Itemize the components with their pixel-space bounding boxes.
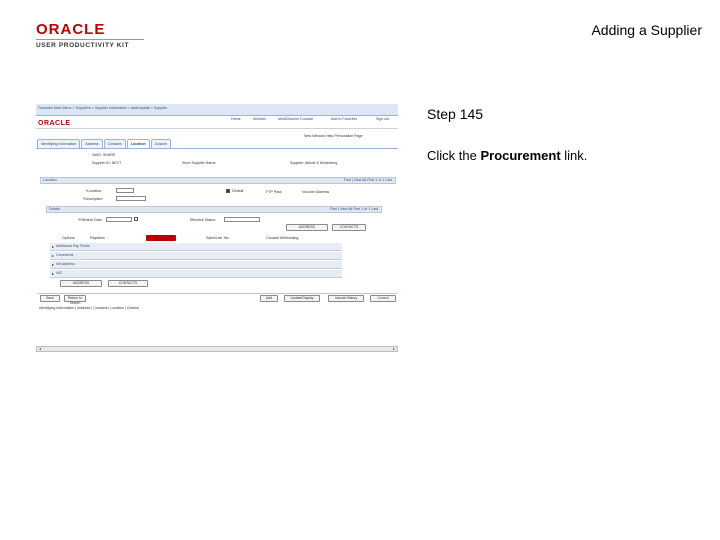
nav-separator (36, 128, 398, 129)
app-screenshot: Favorites Main Menu > Suppliers > Suppli… (36, 104, 398, 354)
logo-brand: ORACLE (36, 21, 106, 38)
instruction-suffix: link. (560, 148, 588, 163)
sign-out-link[interactable]: Sign out (376, 117, 389, 121)
logo-divider (36, 39, 144, 40)
oracle-upk-logo: ORACLE USER PRODUCTIVITY KIT (36, 22, 144, 49)
description-label: *Description: (83, 197, 104, 201)
procurement-link[interactable] (146, 235, 176, 241)
scroll-left-icon[interactable]: ◂ (37, 347, 43, 351)
setid-label: SetID: SHARE (92, 153, 116, 157)
add-to-favorites-link[interactable]: Add to Favorites (331, 117, 357, 121)
payables-link-top[interactable]: FTP Pass (266, 190, 282, 194)
document-title: Adding a Supplier (591, 22, 702, 38)
short-name-label: Short Supplier Name: (182, 161, 217, 165)
expand-arrow-icon: ▸ (52, 253, 55, 258)
effective-date-input[interactable] (106, 217, 132, 222)
top-navigation-bar: Favorites Main Menu > Suppliers > Suppli… (36, 104, 398, 116)
contacts-button[interactable]: CONTACTS (332, 224, 366, 231)
return-to-search-button[interactable]: Return to Search (64, 295, 86, 305)
effective-date-label: *Effective Date: (78, 218, 103, 222)
address-button[interactable]: ADDRESS (286, 224, 328, 231)
comments-label: Comments (56, 253, 74, 257)
tab-address[interactable]: Address (81, 139, 103, 148)
effective-status-select[interactable] (224, 217, 260, 222)
breadcrumb[interactable]: Favorites Main Menu > Suppliers > Suppli… (38, 106, 167, 110)
add-button[interactable]: Add (260, 295, 278, 302)
location-section-header: Location Find | View All First 1 of 1 La… (40, 177, 396, 184)
location-input[interactable] (116, 188, 134, 193)
options-label: Options: (62, 236, 76, 240)
location-header-label: Location (43, 178, 57, 182)
voucher-link[interactable]: Voucher Address (302, 190, 329, 194)
details-section-header: Details Find | View All First 1 of 1 Las… (46, 206, 382, 213)
comments-row[interactable]: ▸ Comments (50, 252, 342, 260)
scroll-right-icon[interactable]: ▸ (391, 347, 397, 351)
update-display-button[interactable]: Update/Display (284, 295, 320, 302)
vat-row[interactable]: ▸ VAT (50, 270, 342, 278)
worklist-link[interactable]: Worklist (253, 117, 266, 121)
step-number: Step 145 (427, 106, 484, 122)
tab-contacts[interactable]: Contacts (103, 139, 126, 148)
step-instruction: Click the Procurement link. (427, 148, 587, 163)
supplier-id-label: Supplier ID: NEXT (92, 161, 122, 165)
supplier-name-label: Supplier: Abbott & Winterberg (290, 161, 338, 165)
sales-use-tax-link[interactable]: Sales/Use Tax (206, 236, 229, 240)
app-oracle-logo: ORACLE (38, 120, 71, 127)
expand-arrow-icon: ▸ (52, 262, 55, 267)
default-label: Default (232, 189, 244, 193)
additional-pay-fields-row[interactable]: ▸ Additional Pay Fields (50, 243, 342, 251)
vat-label: VAT (56, 271, 63, 275)
save-button[interactable]: Save (40, 295, 60, 302)
description-input[interactable] (116, 196, 146, 201)
logo-product: USER PRODUCTIVITY KIT (36, 42, 130, 49)
contacts-button-bottom[interactable]: CONTACTS (108, 280, 148, 287)
multichannel-link[interactable]: MultiChannel Console (278, 117, 313, 121)
effective-status-label: Effective Status: (190, 218, 216, 222)
calendar-icon[interactable] (134, 217, 138, 221)
expand-arrow-icon: ▸ (52, 244, 55, 249)
correct-button[interactable]: Correct (370, 295, 396, 302)
tab-identifying-information[interactable]: Identifying Information (37, 139, 81, 148)
instruction-target: Procurement (480, 148, 561, 163)
footer-links[interactable]: Identifying Information | Address | Cont… (39, 306, 139, 310)
page-tabs: Identifying Information Address Contacts… (37, 139, 172, 148)
home-link[interactable]: Home (231, 117, 241, 121)
include-history-button[interactable]: Include History (328, 295, 364, 302)
tab-custom[interactable]: Custom (150, 139, 172, 148)
location-field-label: *Location: (86, 189, 102, 193)
intl-address-label: Intl Address (56, 262, 75, 266)
details-header-label: Details (49, 207, 60, 211)
location-navigation[interactable]: Find | View All First 1 of 1 Last (344, 178, 392, 183)
page-utility-links[interactable]: New Window Help Personalize Page (304, 134, 363, 138)
tab-location[interactable]: Location (126, 139, 150, 148)
tab-underline (36, 148, 398, 149)
payables-link[interactable]: Payables (90, 236, 105, 240)
canada-withholding-link[interactable]: Canada Withholding (266, 236, 298, 240)
intl-address-row[interactable]: ▸ Intl Address (50, 261, 342, 269)
address-button-bottom[interactable]: ADDRESS (60, 280, 102, 287)
details-navigation[interactable]: Find | View All First 1 of 1 Last (330, 207, 378, 212)
expand-arrow-icon: ▸ (52, 271, 55, 276)
instruction-prefix: Click the (427, 148, 481, 163)
additional-pay-fields-label: Additional Pay Fields (56, 244, 90, 248)
default-checkbox[interactable] (226, 189, 230, 193)
horizontal-scrollbar[interactable]: ◂ ▸ (36, 346, 398, 352)
